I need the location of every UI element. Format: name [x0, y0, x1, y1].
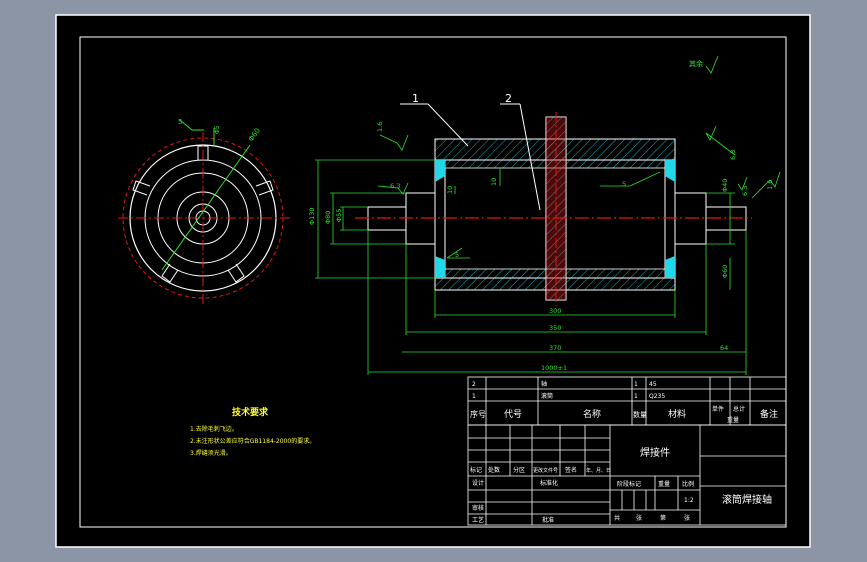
tb-sheet-word: 张 — [636, 514, 642, 522]
dim-dia40-right: Φ40 — [721, 179, 729, 192]
dim-right-lower: Φ60 — [721, 265, 729, 278]
dim-1000: 1000±1 — [541, 364, 567, 372]
bom-header-qty: 数量 — [633, 410, 647, 419]
dim-dia80: Φ80 — [324, 211, 332, 224]
rough-6-3-d: 6.3 — [741, 186, 749, 196]
dim-10-vertical: 10 — [446, 186, 454, 194]
tb-mark: 标记 — [470, 466, 482, 474]
tb-weight: 重量 — [658, 480, 670, 488]
tb-title: 滚筒焊接轴 — [722, 493, 772, 506]
bom-header-weight: 重量 — [727, 416, 739, 424]
tb-process: 工艺 — [472, 516, 484, 524]
tb-sheets-total: 共 — [614, 514, 620, 522]
bom-header-note: 备注 — [760, 408, 778, 420]
tb-zone: 分区 — [513, 466, 525, 474]
end-view-small-label: Φ5 — [214, 125, 221, 134]
tb-sheet-word2: 张 — [684, 514, 690, 522]
bom-header-single: 单件 — [712, 405, 724, 413]
balloon-2: 2 — [505, 92, 512, 105]
bom-header-name: 名称 — [583, 408, 601, 420]
bom-row-1-name: 滚筒 — [541, 392, 553, 400]
bom-row-2-name: 轴 — [541, 380, 547, 388]
tech-req-title: 技术要求 — [232, 406, 269, 418]
bom-header-no: 序号 — [470, 409, 486, 419]
tech-req-item-3: 3.焊缝须光滑。 — [190, 449, 232, 457]
tb-approve: 批准 — [542, 516, 554, 524]
bom-row-2-no: 2 — [472, 381, 476, 388]
tb-date: 年、月、日 — [586, 467, 611, 474]
tech-req-item-1: 1.去除毛刺飞边。 — [190, 425, 238, 433]
bom-row-2-material: 45 — [649, 381, 657, 388]
bom-header-total: 总计 — [733, 405, 745, 413]
tb-standard: 标准化 — [540, 479, 558, 487]
tb-sheet-no: 第 — [660, 514, 666, 522]
dim-300: 300 — [549, 307, 561, 315]
rough-1-6-a: 1.6 — [376, 122, 384, 132]
bom-header-material: 材料 — [668, 408, 686, 420]
tb-stage-mark: 阶段标记 — [617, 480, 641, 488]
tb-sign: 签名 — [565, 466, 577, 474]
bom-row-1-material: Q235 — [649, 393, 665, 400]
drawing-canvas[interactable]: 5 Φ60 Φ5 1 2 300 350 370 64 1000±1 Φ130 … — [0, 0, 867, 562]
dim-dia130: Φ130 — [308, 207, 316, 225]
tb-scale: 比例 — [682, 480, 694, 488]
tech-req-item-2: 2.未注形状公差应符合GB1184-2000的要求。 — [190, 437, 315, 445]
dim-370: 370 — [549, 344, 561, 352]
rough-other-label: 其余 — [689, 59, 703, 68]
bom-row-2-qty: 1 — [634, 381, 638, 388]
dim-dia55: Φ55 — [335, 209, 343, 222]
chamfer-5-a: 5 — [622, 180, 626, 188]
tb-count: 处数 — [488, 466, 500, 474]
end-view-chamfer-label: 5 — [178, 118, 182, 126]
bom-row-1-no: 1 — [472, 393, 476, 400]
bom-header-code: 代号 — [504, 409, 522, 420]
tb-scale-value: 1:2 — [684, 497, 694, 504]
dim-350: 350 — [549, 324, 561, 332]
bom-row-1-qty: 1 — [634, 393, 638, 400]
tb-part-type: 焊接件 — [640, 446, 670, 459]
tb-review: 审核 — [472, 504, 484, 512]
dim-64: 64 — [720, 344, 728, 352]
tb-change-doc: 更改文件号 — [533, 467, 558, 474]
balloon-1: 1 — [412, 92, 419, 105]
dim-10-horizontal: 10 — [490, 178, 498, 186]
cad-viewport[interactable]: 5 Φ60 Φ5 1 2 300 350 370 64 1000±1 Φ130 … — [0, 0, 867, 562]
rough-1-6-e: 1.6 — [766, 180, 774, 190]
tb-design: 设计 — [472, 479, 484, 487]
